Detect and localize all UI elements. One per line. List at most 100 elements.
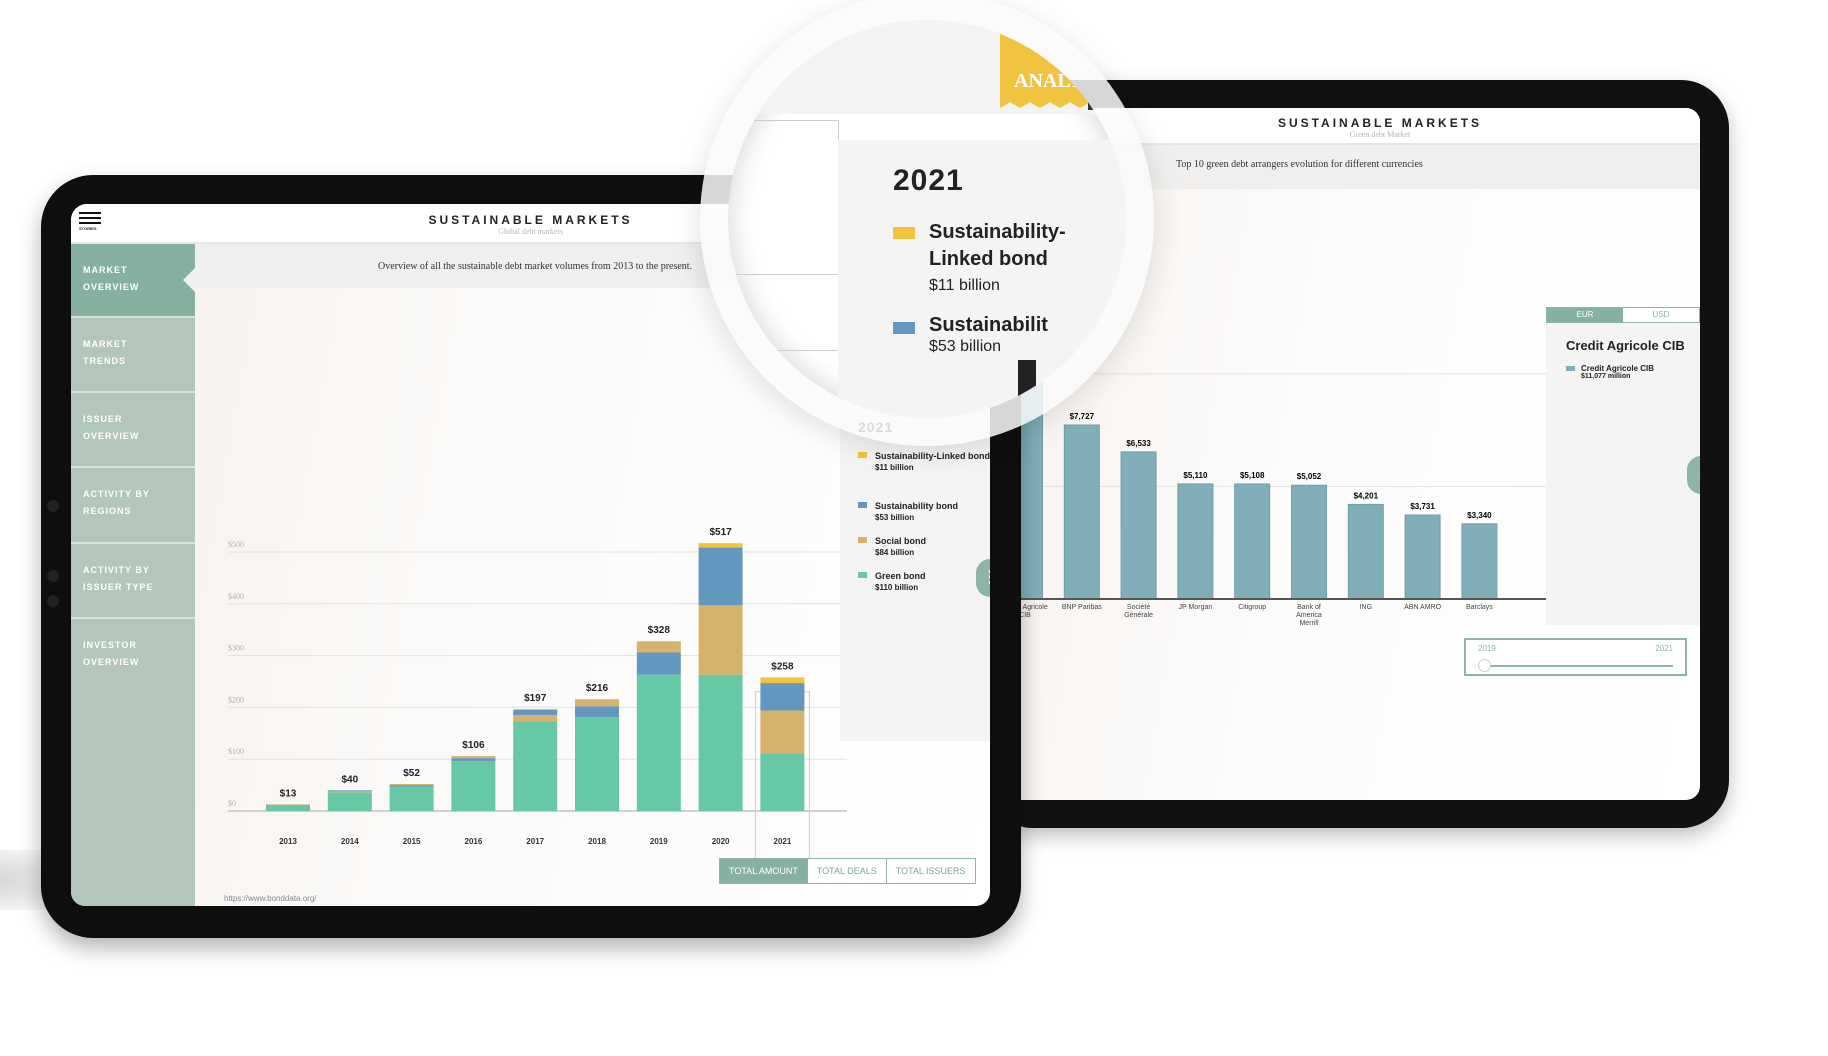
currency-tabs: EUR USD: [1546, 307, 1700, 323]
tab-eur[interactable]: EUR: [1547, 308, 1623, 322]
tablet-bezel: [1018, 360, 1036, 418]
legend-swatch: [858, 572, 867, 578]
arranger-bar: [1404, 514, 1441, 600]
year-range-slider[interactable]: 2019 2021: [1464, 638, 1687, 676]
sidebar-item-label: INVESTOR OVERVIEW: [83, 640, 140, 667]
y-tick-label: $0: [228, 799, 236, 808]
metric-toggle: TOTAL AMOUNT TOTAL DEALS TOTAL ISSUERS: [719, 858, 976, 884]
legend-swatch: [1566, 366, 1575, 371]
magnifier-lens: ANALY 2021 Sustainability-Linked bond $1…: [728, 20, 1126, 418]
sidebar-item-investor-overview[interactable]: INVESTOR OVERVIEW: [71, 619, 195, 906]
slider-end-label: 2021: [1655, 644, 1673, 653]
x-tick-label: America: [1296, 612, 1322, 619]
x-tick-label: 2019: [650, 837, 668, 846]
bar-segment-social-bond: [760, 710, 805, 755]
sidebar-item-activity-by-issuer-type[interactable]: ACTIVITY BY ISSUER TYPE: [71, 544, 195, 619]
bar-value-label: $5,110: [1183, 471, 1208, 480]
x-tick-label: ING: [1360, 604, 1372, 611]
bar-segment-green-bond: [451, 761, 496, 811]
active-indicator: [183, 268, 195, 292]
arranger-detail-panel: EUR USD Credit Agricole CIB Credit Agric…: [1546, 307, 1700, 625]
y-tick-label: $300: [228, 644, 244, 653]
sidebar-item-label: ACTIVITY BY REGIONS: [83, 489, 150, 516]
bar-total-label: $328: [648, 625, 671, 636]
legend-swatch: [893, 322, 915, 334]
bar-segment-green-bond: [636, 674, 681, 811]
source-link[interactable]: https://www.bonddata.org/: [224, 894, 317, 903]
sidebar-item-label: MARKET TRENDS: [83, 339, 128, 366]
sidebar-item-issuer-overview[interactable]: ISSUER OVERVIEW: [71, 393, 195, 468]
app-title: SUSTAINABLE MARKETS: [1277, 116, 1483, 130]
x-tick-label: JP Morgan: [1179, 604, 1213, 611]
x-tick-label: 2021: [774, 837, 792, 846]
slider-handle[interactable]: [1478, 659, 1491, 672]
bar-value-label: $5,108: [1240, 471, 1265, 480]
panel-title: Credit Agricole CIB: [1566, 338, 1685, 353]
x-tick-label: 2017: [526, 837, 544, 846]
bar-segment-sustainability-bond: [327, 790, 372, 792]
x-tick-label: Credit Agricole: [1020, 604, 1048, 611]
slider-start-label: 2019: [1478, 644, 1496, 653]
arranger-bar: [1177, 483, 1214, 600]
arranger-bar: [1063, 424, 1100, 600]
bar-total-label: $517: [709, 527, 732, 538]
bar-total-label: $13: [280, 788, 297, 799]
x-tick-label: CIB: [1020, 612, 1031, 619]
bar-value-label: $3,340: [1467, 511, 1492, 520]
y-tick-label: $400: [228, 592, 244, 601]
bar-total-label: $40: [341, 774, 358, 785]
ribbon-text: ANALY: [1014, 70, 1084, 92]
more-options-button[interactable]: ⋮: [976, 559, 990, 597]
x-tick-label: 2015: [403, 837, 421, 846]
tab-usd[interactable]: USD: [1623, 308, 1699, 322]
sidebar-item-label: ACTIVITY BY ISSUER TYPE: [83, 565, 154, 592]
bar-segment-social-bond: [266, 804, 310, 805]
bar-segment-green-bond: [513, 721, 558, 811]
sidebar-item-activity-by-regions[interactable]: ACTIVITY BY REGIONS: [71, 468, 195, 544]
toggle-total-issuers[interactable]: TOTAL ISSUERS: [886, 859, 975, 883]
year-legend-panel: 2021 Sustainability-Linked bond$11 billi…: [840, 407, 990, 741]
x-tick-label: 2014: [341, 837, 359, 846]
sensor-dot: [47, 595, 59, 607]
x-tick-label: Générale: [1124, 612, 1153, 619]
bar-segment-green-bond: [575, 717, 619, 811]
bar-value-label: $3,731: [1410, 502, 1435, 511]
magnified-legend-name: Sustainability-Linked bond: [929, 221, 1066, 270]
analysis-ribbon: ANALY: [1000, 24, 1100, 108]
bar-segment-sustainability-linked-bond: [513, 708, 558, 710]
x-tick-label: 2018: [588, 837, 606, 846]
legend-name: Sustainability-Linked bond: [875, 451, 990, 461]
arranger-bar: [1291, 484, 1327, 600]
x-tick-label: Merrill: [1299, 620, 1318, 627]
bar-segment-sustainability-bond: [389, 785, 434, 787]
y-tick-label: $500: [228, 540, 244, 549]
magnified-legend-value: $11 billion: [929, 277, 1000, 294]
legend-name: Sustainability bond: [875, 501, 959, 511]
legend-item: Green bond $110 billion: [858, 569, 990, 593]
sensor-dot: [47, 570, 59, 582]
x-tick-label: BNP Paribas: [1062, 604, 1102, 611]
bar-segment-sustainability-bond: [698, 547, 743, 606]
y-tick-label: $200: [228, 695, 244, 704]
sidebar-item-market-overview[interactable]: MARKET OVERVIEW: [71, 244, 195, 318]
more-options-button[interactable]: ⋮: [1687, 456, 1700, 494]
legend-value: $53 billion: [875, 513, 915, 522]
toggle-total-amount[interactable]: TOTAL AMOUNT: [720, 859, 808, 883]
menu-label: STORIES: [79, 226, 97, 231]
bar-value-label: $5,052: [1297, 472, 1322, 481]
legend-swatch: [858, 452, 867, 458]
menu-button[interactable]: STORIES: [79, 212, 105, 231]
magnified-year: 2021: [893, 164, 964, 197]
legend-swatch: [858, 502, 867, 508]
toggle-total-deals[interactable]: TOTAL DEALS: [807, 859, 887, 883]
panel-legend-item: Credit Agricole CIB $11,077 million: [1566, 364, 1700, 380]
bar-total-label: $52: [403, 768, 420, 779]
sidebar-item-market-trends[interactable]: MARKET TRENDS: [71, 318, 195, 393]
legend-swatch: [858, 537, 867, 543]
legend-value: $11 billion: [875, 463, 914, 472]
market-volume-chart: $0 $100 $200 $300 $400 $500 $13 2013 $40 2014 $52 2…: [228, 527, 847, 862]
magnified-legend-name: Sustainabilit: [929, 314, 1048, 336]
bar-segment-green-bond: [760, 754, 805, 811]
x-tick-label: 2013: [279, 837, 297, 846]
bar-segment-sustainability-linked-bond: [636, 641, 681, 642]
